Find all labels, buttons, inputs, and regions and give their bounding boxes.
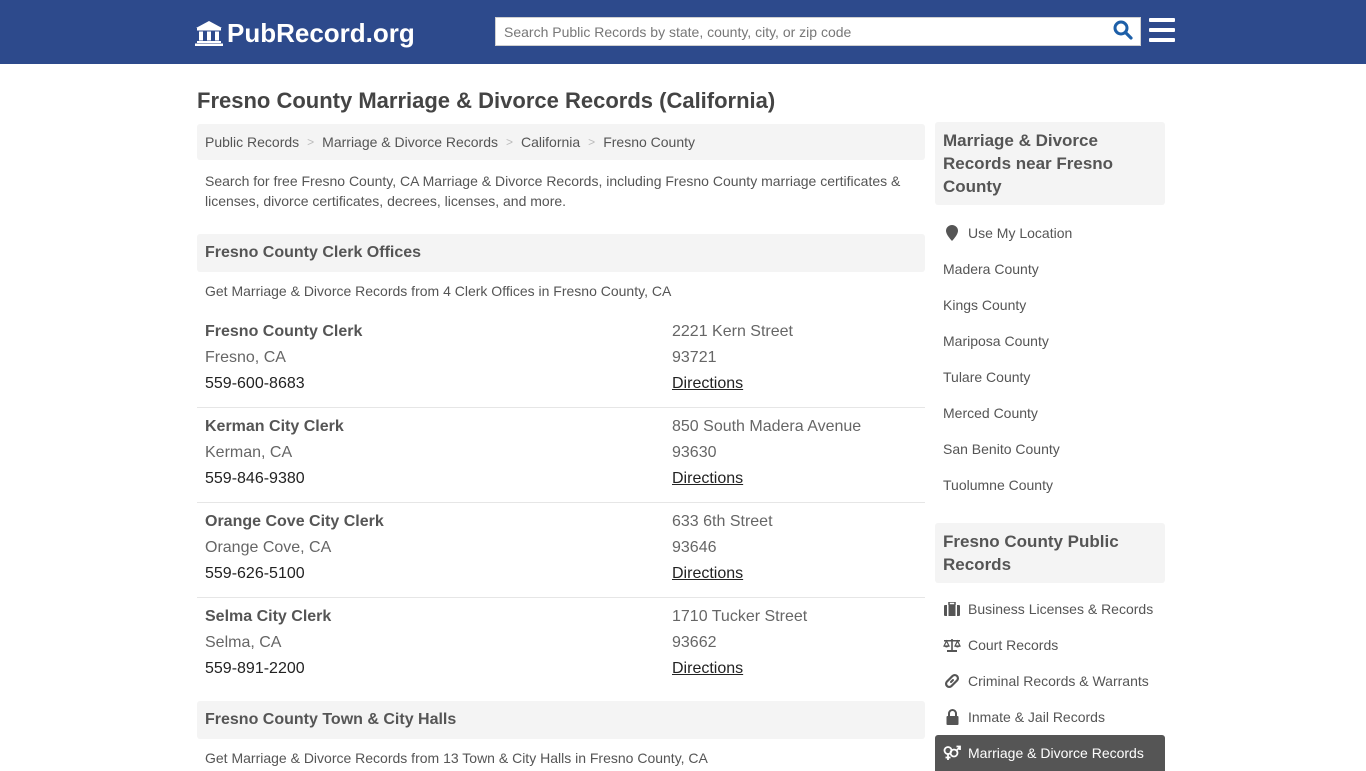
briefcase-icon — [943, 601, 961, 617]
sidebar-item-label: Criminal Records & Warrants — [968, 673, 1149, 689]
office-phone[interactable]: 559-846-9380 — [205, 466, 672, 492]
breadcrumb-fresno-county[interactable]: Fresno County — [603, 134, 695, 150]
office-name[interactable]: Selma City Clerk — [205, 604, 672, 630]
directions-link[interactable]: Directions — [672, 375, 743, 392]
intro-text: Search for free Fresno County, CA Marria… — [205, 173, 901, 209]
sidebar-item-label: Marriage & Divorce Records — [968, 745, 1144, 761]
town-city-halls-subheading: Get Marriage & Divorce Records from 13 T… — [205, 750, 708, 766]
breadcrumb-separator: > — [307, 135, 315, 149]
sidebar-item-marriage-divorce[interactable]: Marriage & Divorce Records — [935, 735, 1165, 771]
sidebar-item-criminal-records[interactable]: Criminal Records & Warrants — [935, 663, 1165, 699]
menu-bar — [1149, 38, 1175, 42]
breadcrumb-public-records[interactable]: Public Records — [205, 134, 299, 150]
nearby-county-san-benito[interactable]: San Benito County — [935, 431, 1165, 467]
clerk-office-list: Fresno County Clerk Fresno, CA 559-600-8… — [197, 313, 925, 693]
lock-icon — [943, 709, 961, 725]
clerk-offices-heading: Fresno County Clerk Offices — [197, 234, 925, 272]
top-navbar: PubRecord.org — [0, 0, 1366, 64]
breadcrumb-california[interactable]: California — [521, 134, 580, 150]
search-icon — [1113, 20, 1133, 43]
clerk-offices-subheading: Get Marriage & Divorce Records from 4 Cl… — [205, 283, 672, 299]
page-title: Fresno County Marriage & Divorce Records… — [197, 88, 776, 113]
office-phone[interactable]: 559-600-8683 — [205, 371, 672, 397]
breadcrumb-separator: > — [588, 135, 596, 149]
nearby-county-madera[interactable]: Madera County — [935, 251, 1165, 287]
office-street: 2221 Kern Street — [672, 323, 793, 340]
sidebar-item-label: Business Licenses & Records — [968, 601, 1154, 617]
nearby-county-kings[interactable]: Kings County — [935, 287, 1165, 323]
office-zip: 93646 — [672, 539, 717, 556]
office-zip: 93721 — [672, 349, 717, 366]
office-city: Kerman, CA — [205, 444, 293, 461]
directions-link[interactable]: Directions — [672, 660, 743, 677]
office-listing: Fresno County Clerk Fresno, CA 559-600-8… — [197, 313, 925, 408]
office-name[interactable]: Fresno County Clerk — [205, 319, 672, 345]
office-name[interactable]: Orange Cove City Clerk — [205, 509, 672, 535]
nearby-records-heading: Marriage & Divorce Records near Fresno C… — [935, 122, 1165, 205]
main-content: Public Records > Marriage & Divorce Reco… — [197, 124, 925, 766]
office-street: 1710 Tucker Street — [672, 608, 808, 625]
site-logo[interactable]: PubRecord.org — [195, 17, 415, 49]
nearby-county-tuolumne[interactable]: Tuolumne County — [935, 467, 1165, 503]
sidebar-item-business-licenses[interactable]: Business Licenses & Records — [935, 591, 1165, 627]
balance-scale-icon — [943, 637, 961, 653]
venus-mars-icon — [943, 745, 961, 761]
office-listing: Kerman City Clerk Kerman, CA 559-846-938… — [197, 408, 925, 503]
sidebar-item-label: Inmate & Jail Records — [968, 709, 1105, 725]
office-city: Selma, CA — [205, 634, 282, 651]
search-input[interactable] — [496, 18, 1106, 45]
search-button[interactable] — [1106, 18, 1140, 45]
menu-bar — [1149, 18, 1175, 22]
search-bar — [495, 17, 1141, 46]
directions-link[interactable]: Directions — [672, 565, 743, 582]
office-listing: Orange Cove City Clerk Orange Cove, CA 5… — [197, 503, 925, 598]
town-city-halls-heading: Fresno County Town & City Halls — [197, 701, 925, 739]
nearby-county-merced[interactable]: Merced County — [935, 395, 1165, 431]
office-street: 850 South Madera Avenue — [672, 418, 862, 435]
office-phone[interactable]: 559-891-2200 — [205, 656, 672, 682]
nearby-county-tulare[interactable]: Tulare County — [935, 359, 1165, 395]
office-city: Fresno, CA — [205, 349, 286, 366]
logo-text: PubRecord.org — [227, 17, 415, 48]
office-zip: 93662 — [672, 634, 717, 651]
courthouse-icon — [195, 20, 223, 46]
office-city: Orange Cove, CA — [205, 539, 332, 556]
sidebar-item-inmate-records[interactable]: Inmate & Jail Records — [935, 699, 1165, 735]
public-records-heading: Fresno County Public Records — [935, 523, 1165, 583]
hamburger-menu-button[interactable] — [1149, 18, 1175, 42]
use-my-location-label: Use My Location — [968, 225, 1073, 241]
breadcrumb-marriage-divorce[interactable]: Marriage & Divorce Records — [322, 134, 498, 150]
office-name[interactable]: Kerman City Clerk — [205, 414, 672, 440]
office-street: 633 6th Street — [672, 513, 773, 530]
sidebar: Marriage & Divorce Records near Fresno C… — [935, 122, 1165, 771]
public-records-list: Business Licenses & Records Court Record… — [935, 591, 1165, 771]
office-phone[interactable]: 559-626-5100 — [205, 561, 672, 587]
breadcrumb: Public Records > Marriage & Divorce Reco… — [197, 124, 925, 160]
menu-bar — [1149, 28, 1175, 32]
office-zip: 93630 — [672, 444, 717, 461]
sidebar-item-label: Court Records — [968, 637, 1059, 653]
nearby-county-mariposa[interactable]: Mariposa County — [935, 323, 1165, 359]
directions-link[interactable]: Directions — [672, 470, 743, 487]
breadcrumb-separator: > — [506, 135, 514, 149]
link-icon — [943, 673, 961, 689]
map-marker-icon — [943, 225, 961, 241]
sidebar-item-court-records[interactable]: Court Records — [935, 627, 1165, 663]
use-my-location-link[interactable]: Use My Location — [935, 215, 1165, 251]
nearby-county-list: Use My Location Madera County Kings Coun… — [935, 215, 1165, 503]
office-listing: Selma City Clerk Selma, CA 559-891-2200 … — [197, 598, 925, 693]
